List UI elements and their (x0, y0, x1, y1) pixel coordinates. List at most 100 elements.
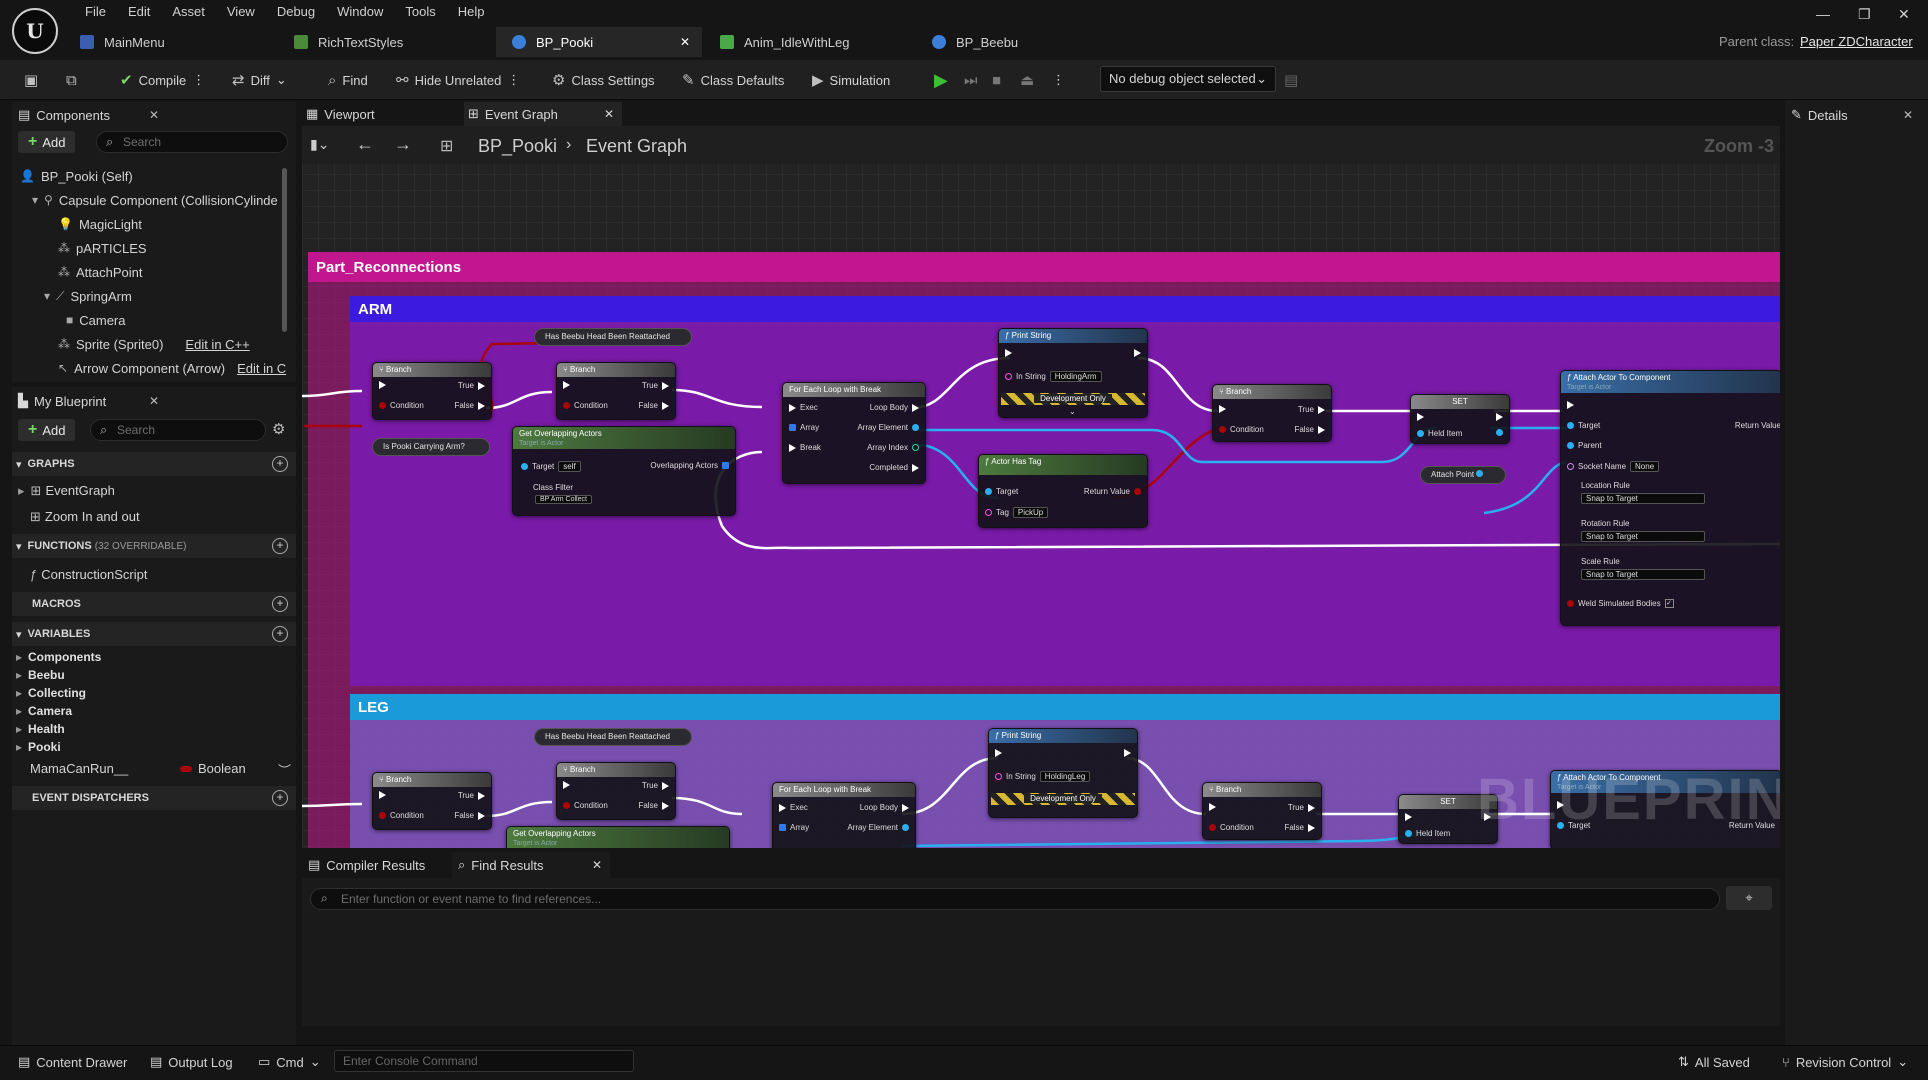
stop-button[interactable]: ■ (992, 68, 1001, 92)
graph-item-zoom[interactable]: ⊞ Zoom In and out (30, 509, 140, 525)
exec-in-pin[interactable] (1405, 813, 1412, 821)
variables-section-header[interactable]: ▾ VARIABLES + (12, 622, 296, 646)
add-member-button[interactable]: + Add (18, 419, 76, 441)
find-button[interactable]: ⌕ Find (328, 68, 368, 92)
class-filter-value[interactable]: BP Arm Collect (535, 495, 592, 504)
completed-pin[interactable]: Completed (869, 463, 919, 472)
condition-pin[interactable]: Condition (563, 401, 608, 410)
has-beebu-head-getter[interactable]: Has Beebu Head Been Reattached (534, 728, 692, 746)
graph-item-eventgraph[interactable]: ▸ ⊞ EventGraph (18, 483, 115, 499)
variable-category-components[interactable]: ▸ Components (16, 650, 101, 664)
break-pin[interactable]: Break (789, 443, 821, 452)
exec-in-pin[interactable] (1005, 349, 1012, 357)
true-pin[interactable]: True (1298, 405, 1325, 414)
attach-point-getter[interactable]: Attach Point (1420, 466, 1506, 484)
exec-in-pin[interactable] (1219, 405, 1226, 413)
branch-node[interactable]: ⑂ Branch True Condition False (372, 362, 492, 420)
tab-compiler-results[interactable]: ▤ Compiler Results (308, 852, 425, 878)
parent-class-link[interactable]: Paper ZDCharacter (1800, 34, 1913, 49)
add-component-button[interactable]: + Add (18, 131, 76, 153)
output-log-button[interactable]: ▤ Output Log (150, 1054, 233, 1070)
has-beebu-head-getter[interactable]: Has Beebu Head Been Reattached (534, 328, 692, 346)
in-string-pin[interactable]: In String HoldingArm (1005, 371, 1102, 382)
simulation-button[interactable]: ▶ Simulation (812, 68, 890, 92)
add-macro-icon[interactable]: + (272, 596, 288, 612)
event-dispatchers-section-header[interactable]: EVENT DISPATCHERS + (12, 786, 296, 810)
exec-in-pin[interactable] (563, 381, 570, 389)
add-graph-icon[interactable]: + (272, 456, 288, 472)
array-pin[interactable]: Array (789, 423, 819, 432)
held-item-pin[interactable]: Held Item (1417, 429, 1462, 438)
false-pin[interactable]: False (454, 401, 485, 410)
debug-filter-icon[interactable]: ▤ (1284, 68, 1298, 92)
branch-node[interactable]: ⑂ Branch True Condition False (1212, 384, 1332, 442)
actor-has-tag-node[interactable]: ƒ Actor Has Tag Target Return Value Tag P… (978, 454, 1148, 528)
menu-window[interactable]: Window (326, 3, 394, 21)
expand-chevron-icon[interactable]: ⌄ (1069, 407, 1076, 416)
variable-item-mamacanrun[interactable]: MamaCanRun__ (30, 761, 128, 776)
save-icon[interactable]: ▣ (24, 68, 38, 92)
binoculars-icon[interactable]: ⌖ (1726, 886, 1772, 910)
close-window-icon[interactable]: ✕ (1898, 6, 1910, 23)
console-command-input[interactable]: Enter Console Command (334, 1050, 634, 1072)
condition-pin[interactable]: Condition (379, 401, 424, 410)
exec-out-pin[interactable] (1134, 349, 1141, 357)
tab-viewport[interactable]: ▦ Viewport (306, 102, 375, 126)
minimize-icon[interactable]: — (1816, 6, 1830, 22)
scale-rule-dropdown[interactable]: Snap to Target (1581, 569, 1705, 580)
tab-details[interactable]: ✎ Details (1791, 102, 1848, 128)
function-item-constructionscript[interactable]: ƒ ConstructionScript (30, 567, 147, 582)
exec-pin[interactable]: Exec (779, 803, 808, 812)
tree-item-capsule[interactable]: ▾ ⚲ Capsule Component (CollisionCylinde (32, 189, 278, 211)
target-pin[interactable]: Target (985, 487, 1018, 496)
tree-item-sprite[interactable]: ⁂ Sprite (Sprite0) Edit in C++ (58, 333, 250, 355)
content-drawer-button[interactable]: ▤ Content Drawer (18, 1054, 127, 1070)
gear-icon[interactable]: ⚙ (272, 420, 285, 438)
parent-pin[interactable]: Parent (1567, 441, 1602, 450)
true-pin[interactable]: True (458, 381, 485, 390)
menu-debug[interactable]: Debug (266, 3, 326, 21)
true-pin[interactable]: True (458, 791, 485, 800)
exec-in-pin[interactable] (1209, 803, 1216, 811)
tag-pin[interactable]: Tag PickUp (985, 507, 1049, 518)
diff-button[interactable]: ⇄ Diff ⌄ (232, 68, 287, 92)
tab-bp-pooki[interactable]: BP_Pooki ✕ (496, 27, 702, 57)
held-item-pin[interactable]: Held Item (1405, 829, 1450, 838)
graphs-section-header[interactable]: ▾ GRAPHS + (12, 452, 296, 476)
tree-item-attachpoint[interactable]: ⁂ AttachPoint (58, 261, 143, 283)
class-defaults-button[interactable]: ✎ Class Defaults (682, 68, 784, 92)
hide-unrelated-button[interactable]: ⚯ Hide Unrelated ⋮ (396, 68, 520, 92)
exec-in-pin[interactable] (1567, 401, 1574, 409)
class-filter-pin[interactable]: Class Filter (533, 483, 573, 492)
target-pin[interactable]: Target (1567, 421, 1600, 430)
add-variable-icon[interactable]: + (272, 626, 288, 642)
more-options-icon[interactable]: ⋮ (507, 72, 520, 88)
close-icon[interactable]: ✕ (149, 394, 159, 408)
exec-pin[interactable]: Exec (789, 403, 818, 412)
exec-in-pin[interactable] (995, 749, 1002, 757)
close-icon[interactable]: ✕ (149, 108, 159, 122)
get-overlapping-actors-node[interactable]: Get Overlapping Actors Target is Actor (506, 826, 730, 848)
tab-anim-idlewithleg[interactable]: Anim_IdleWithLeg (704, 27, 866, 57)
exec-out-pin[interactable] (1124, 749, 1131, 757)
variable-category-pooki[interactable]: ▸ Pooki (16, 740, 61, 754)
exec-in-pin[interactable] (1417, 413, 1424, 421)
functions-section-header[interactable]: ▾ FUNCTIONS (32 OVERRIDABLE) + (12, 534, 296, 558)
cmd-dropdown[interactable]: ▭ Cmd ⌄ (258, 1054, 321, 1070)
weld-simulated-bodies-pin[interactable]: Weld Simulated Bodies ✓ (1567, 599, 1674, 608)
my-blueprint-search-input[interactable]: ⌕ Search (90, 419, 266, 441)
menu-asset[interactable]: Asset (161, 3, 216, 21)
branch-node[interactable]: ⑂ Branch True Condition False (556, 362, 676, 420)
exec-out-pin[interactable] (1496, 413, 1503, 421)
array-pin[interactable]: Array (779, 823, 809, 832)
condition-pin[interactable]: Condition (1219, 425, 1264, 434)
false-pin[interactable]: False (1294, 425, 1325, 434)
condition-pin[interactable]: Condition (379, 811, 424, 820)
exec-in-pin[interactable] (379, 381, 386, 389)
for-each-loop-node[interactable]: For Each Loop with Break Exec Loop Body … (772, 782, 916, 848)
loop-body-pin[interactable]: Loop Body (870, 403, 919, 412)
socket-name-pin[interactable]: Socket Name None (1567, 461, 1660, 472)
set-held-item-node[interactable]: SET Held Item (1410, 394, 1510, 444)
false-pin[interactable]: False (1284, 823, 1315, 832)
tab-richtextstyles[interactable]: RichTextStyles (278, 27, 419, 57)
